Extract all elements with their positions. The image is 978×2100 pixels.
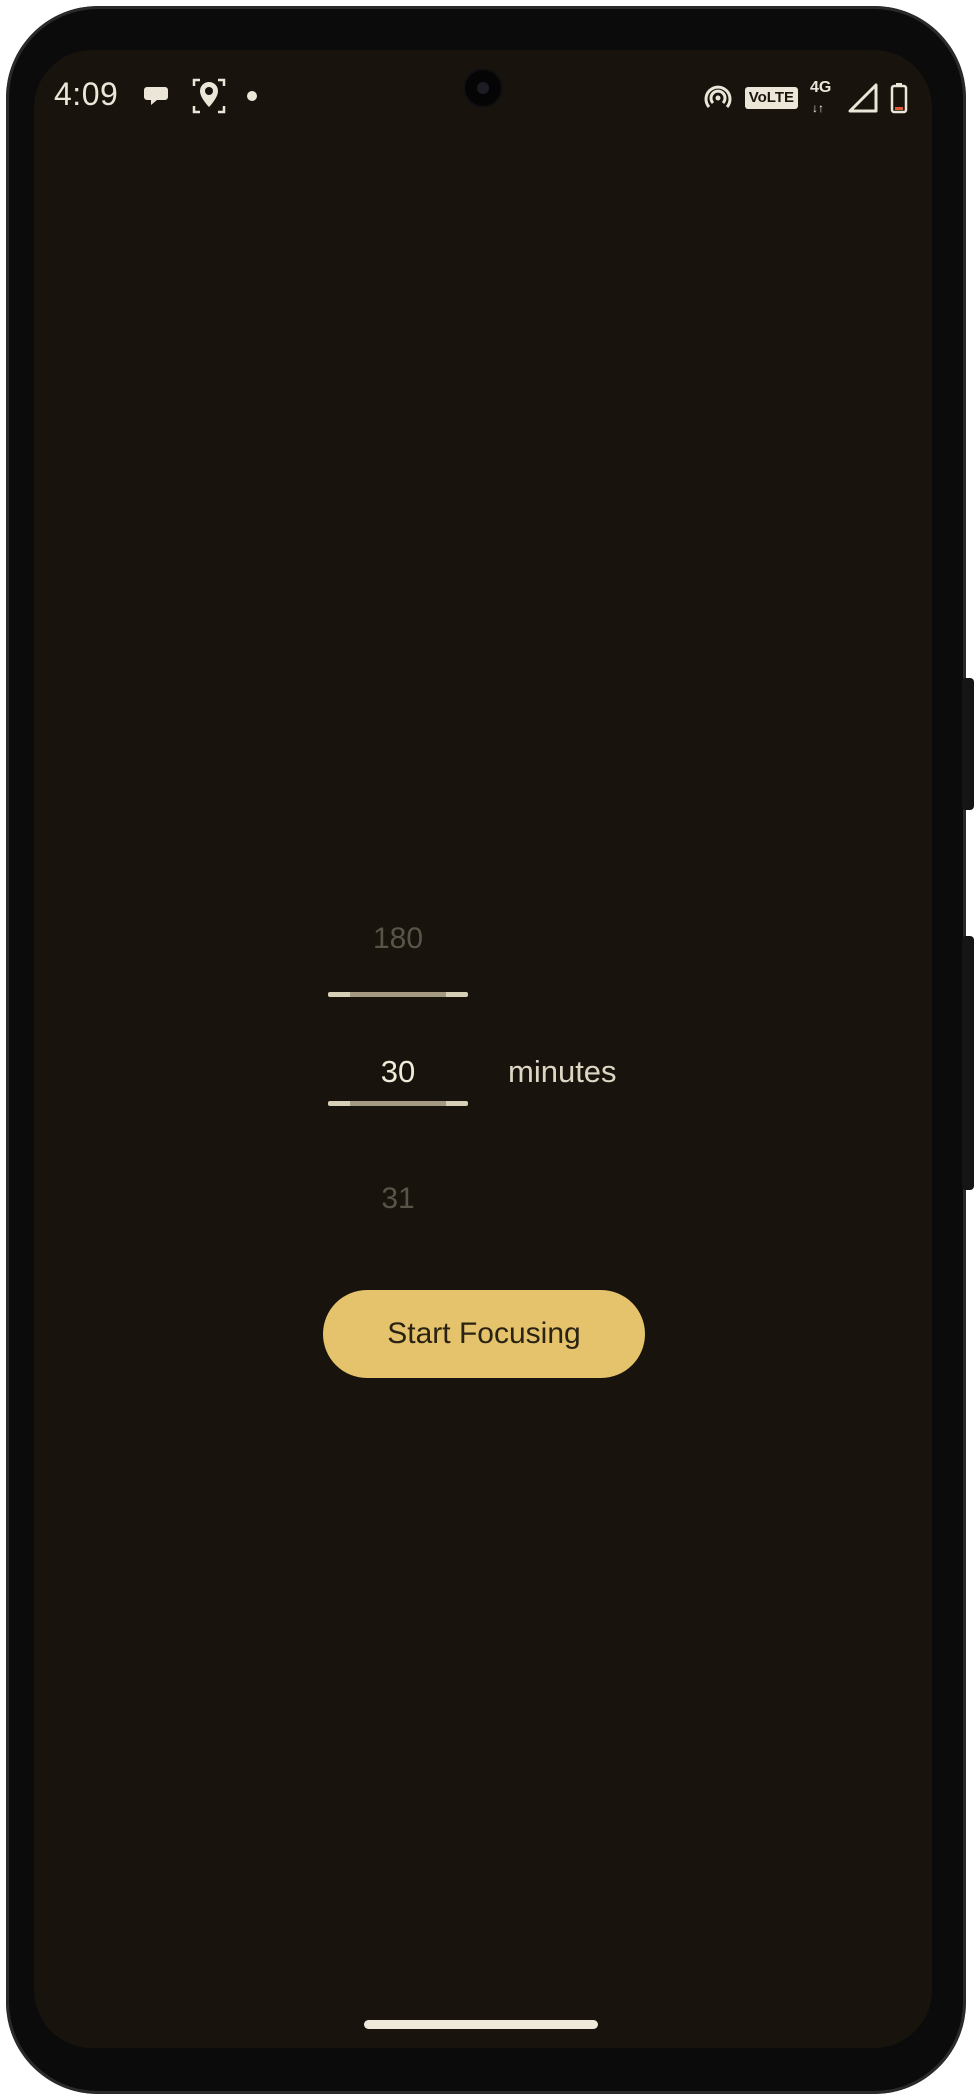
minutes-picker[interactable]: 180 30 31 [328, 898, 468, 1238]
location-pin-icon [192, 78, 226, 114]
start-focusing-button[interactable]: Start Focusing [323, 1290, 645, 1378]
chat-bubble-icon [144, 82, 172, 110]
volume-button [962, 678, 974, 810]
dot-icon [246, 90, 258, 102]
picker-previous-value[interactable]: 180 [328, 922, 468, 956]
system-icons: VoLTE 4G ↓↑ [703, 76, 908, 120]
hotspot-icon [703, 83, 733, 113]
power-button [962, 936, 974, 1190]
app-screen: 4:09 VoLTE 4G ↓↑ 180 30 31 minutes Start… [34, 50, 932, 2048]
battery-icon [890, 82, 908, 114]
status-time: 4:09 [54, 76, 119, 112]
network-label: 4G [810, 79, 832, 96]
status-bar: 4:09 VoLTE 4G ↓↑ [34, 50, 932, 150]
picker-selected-value[interactable]: 30 [328, 1054, 468, 1090]
front-camera [465, 70, 501, 106]
network-type: 4G ↓↑ [810, 80, 836, 116]
notification-icons [144, 76, 258, 116]
volte-badge: VoLTE [744, 87, 798, 109]
picker-divider-bottom [328, 1101, 468, 1106]
data-activity-icon: ↓↑ [812, 101, 824, 115]
minutes-label: minutes [508, 1054, 617, 1089]
home-indicator[interactable] [364, 2020, 598, 2029]
signal-icon [848, 83, 878, 113]
picker-divider-top [328, 992, 468, 997]
picker-next-value[interactable]: 31 [328, 1182, 468, 1216]
